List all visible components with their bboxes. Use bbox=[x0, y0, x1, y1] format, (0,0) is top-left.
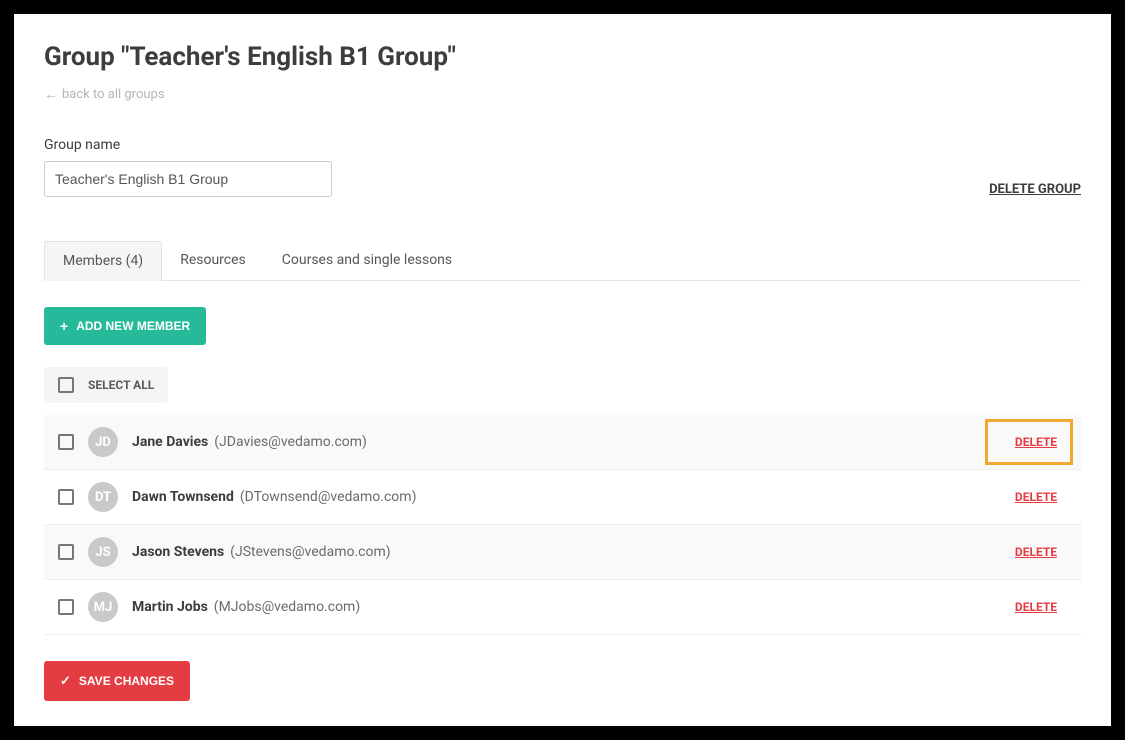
delete-member-button[interactable]: DELETE bbox=[1005, 539, 1067, 565]
save-changes-button[interactable]: SAVE CHANGES bbox=[44, 661, 190, 701]
member-checkbox[interactable] bbox=[58, 599, 74, 615]
tab-resources[interactable]: Resources bbox=[162, 241, 264, 280]
member-row: JS Jason Stevens (JStevens@vedamo.com) D… bbox=[44, 525, 1081, 580]
tab-courses[interactable]: Courses and single lessons bbox=[264, 241, 470, 280]
select-all-label: SELECT ALL bbox=[88, 378, 154, 392]
back-link-label: back to all groups bbox=[62, 87, 165, 102]
delete-group-link[interactable]: DELETE GROUP bbox=[989, 182, 1081, 197]
member-row: MJ Martin Jobs (MJobs@vedamo.com) DELETE bbox=[44, 580, 1081, 635]
plus-icon bbox=[60, 318, 68, 334]
back-to-groups-link[interactable]: ← back to all groups bbox=[44, 86, 165, 103]
member-row: DT Dawn Townsend (DTownsend@vedamo.com) … bbox=[44, 470, 1081, 525]
member-checkbox[interactable] bbox=[58, 544, 74, 560]
group-name-row: Group name DELETE GROUP bbox=[44, 137, 1081, 197]
group-name-input[interactable] bbox=[44, 161, 332, 197]
page-frame: Group "Teacher's English B1 Group" ← bac… bbox=[14, 14, 1111, 726]
member-name: Jason Stevens bbox=[132, 544, 224, 560]
member-email: (MJobs@vedamo.com) bbox=[214, 599, 360, 615]
member-checkbox[interactable] bbox=[58, 489, 74, 505]
member-name: Dawn Townsend bbox=[132, 489, 234, 505]
save-label: SAVE CHANGES bbox=[79, 674, 174, 688]
avatar: JD bbox=[88, 427, 118, 457]
add-member-button[interactable]: ADD NEW MEMBER bbox=[44, 307, 206, 345]
member-checkbox[interactable] bbox=[58, 434, 74, 450]
group-name-label: Group name bbox=[44, 137, 332, 153]
member-name: Jane Davies bbox=[132, 434, 208, 450]
delete-member-button[interactable]: DELETE bbox=[1005, 429, 1067, 455]
add-member-label: ADD NEW MEMBER bbox=[76, 319, 190, 333]
select-all-checkbox[interactable] bbox=[58, 377, 74, 393]
tabs: Members (4) Resources Courses and single… bbox=[44, 241, 1081, 281]
member-email: (DTownsend@vedamo.com) bbox=[240, 489, 417, 505]
member-email: (JStevens@vedamo.com) bbox=[230, 544, 390, 560]
member-name: Martin Jobs bbox=[132, 599, 208, 615]
arrow-left-icon: ← bbox=[44, 86, 58, 103]
member-row: JD Jane Davies (JDavies@vedamo.com) DELE… bbox=[44, 415, 1081, 470]
page-title: Group "Teacher's English B1 Group" bbox=[44, 42, 1081, 72]
avatar: JS bbox=[88, 537, 118, 567]
check-icon bbox=[60, 673, 71, 689]
member-list: JD Jane Davies (JDavies@vedamo.com) DELE… bbox=[44, 415, 1081, 635]
delete-member-button[interactable]: DELETE bbox=[1005, 594, 1067, 620]
group-name-field: Group name bbox=[44, 137, 332, 197]
delete-member-button[interactable]: DELETE bbox=[1005, 484, 1067, 510]
select-all-row: SELECT ALL bbox=[44, 367, 168, 403]
tab-members[interactable]: Members (4) bbox=[44, 241, 162, 281]
member-email: (JDavies@vedamo.com) bbox=[214, 434, 367, 450]
avatar: MJ bbox=[88, 592, 118, 622]
avatar: DT bbox=[88, 482, 118, 512]
